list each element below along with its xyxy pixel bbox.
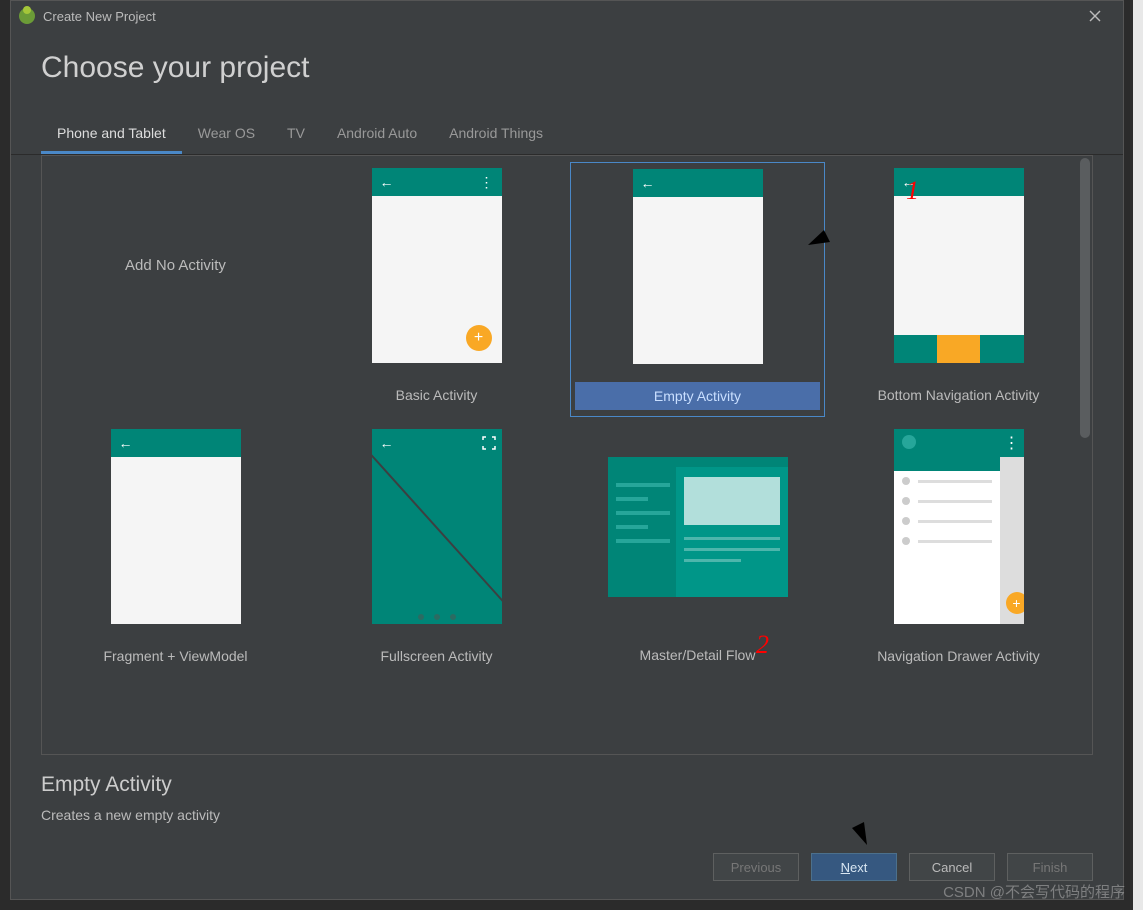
template-fragment-viewmodel[interactable]: ← Fragment + ViewModel [48,423,303,676]
scrollbar[interactable] [1080,158,1090,438]
thumb-empty-activity: ← [633,169,763,364]
template-label: Fullscreen Activity [313,642,560,670]
dialog-window: Create New Project Choose your project P… [10,0,1124,900]
avatar-icon [902,435,916,449]
template-label: Bottom Navigation Activity [835,381,1082,409]
fab-icon: + [1006,592,1024,614]
fullscreen-icon [482,436,496,450]
back-arrow-icon: ← [641,175,655,191]
selected-template-title: Empty Activity [41,773,1093,797]
header: Choose your project [11,31,1123,95]
watermark: CSDN @不会写代码的程序 [943,881,1125,902]
template-navigation-drawer[interactable]: ⋮ + Navigation Drawer Activity [831,423,1086,676]
tab-android-things[interactable]: Android Things [433,115,559,154]
template-add-no-activity[interactable]: Add No Activity . [48,162,303,417]
template-label: Master/Detail Flow [574,641,821,669]
finish-button[interactable]: Finish [1007,853,1093,881]
previous-button[interactable]: Previous [713,853,799,881]
tabs: Phone and Tablet Wear OS TV Android Auto… [11,115,1123,155]
tab-wear-os[interactable]: Wear OS [182,115,271,154]
template-label: Empty Activity [575,382,820,410]
description-panel: Empty Activity Creates a new empty activ… [11,765,1123,843]
background-editor-strip [1133,0,1143,910]
thumb-fullscreen: ← [372,429,502,624]
close-icon [1089,10,1101,22]
titlebar: Create New Project [11,1,1123,31]
template-grid-container: Add No Activity . ← ⋮ + Basic Activity ← … [41,155,1093,755]
thumb-bottom-navigation: ← [894,168,1024,363]
bottom-nav-bar [894,335,1024,363]
thumb-basic-activity: ← ⋮ + [372,168,502,363]
template-bottom-navigation[interactable]: ← Bottom Navigation Activity [831,162,1086,417]
back-arrow-icon: ← [380,174,394,190]
next-button[interactable]: Next [811,853,897,881]
overflow-icon: ⋮ [480,174,494,191]
thumb-add-no-activity: Add No Activity [111,168,241,363]
window-title: Create New Project [43,9,156,24]
back-arrow-icon: ← [119,435,133,451]
fab-icon: + [466,325,492,351]
tab-phone-tablet[interactable]: Phone and Tablet [41,115,182,154]
tab-android-auto[interactable]: Android Auto [321,115,433,154]
page-title: Choose your project [41,51,1093,85]
template-label: Navigation Drawer Activity [835,642,1082,670]
back-arrow-icon: ← [380,435,394,451]
template-grid: Add No Activity . ← ⋮ + Basic Activity ← … [42,156,1092,682]
template-fullscreen[interactable]: ← Fullscreen Activity [309,423,564,676]
thumb-fragment-viewmodel: ← [111,429,241,624]
cancel-button[interactable]: Cancel [909,853,995,881]
template-label: Fragment + ViewModel [52,642,299,670]
thumb-navigation-drawer: ⋮ + [894,429,1024,624]
tab-tv[interactable]: TV [271,115,321,154]
close-button[interactable] [1075,1,1115,31]
template-empty-activity[interactable]: ← Empty Activity [570,162,825,417]
template-label: Basic Activity [313,381,560,409]
selected-template-description: Creates a new empty activity [41,807,1093,823]
android-studio-icon [19,8,35,24]
overflow-icon: ⋮ [1004,433,1020,453]
back-arrow-icon: ← [902,174,916,190]
template-basic-activity[interactable]: ← ⋮ + Basic Activity [309,162,564,417]
template-master-detail[interactable]: Master/Detail Flow [570,423,825,676]
thumb-master-detail [608,457,788,597]
